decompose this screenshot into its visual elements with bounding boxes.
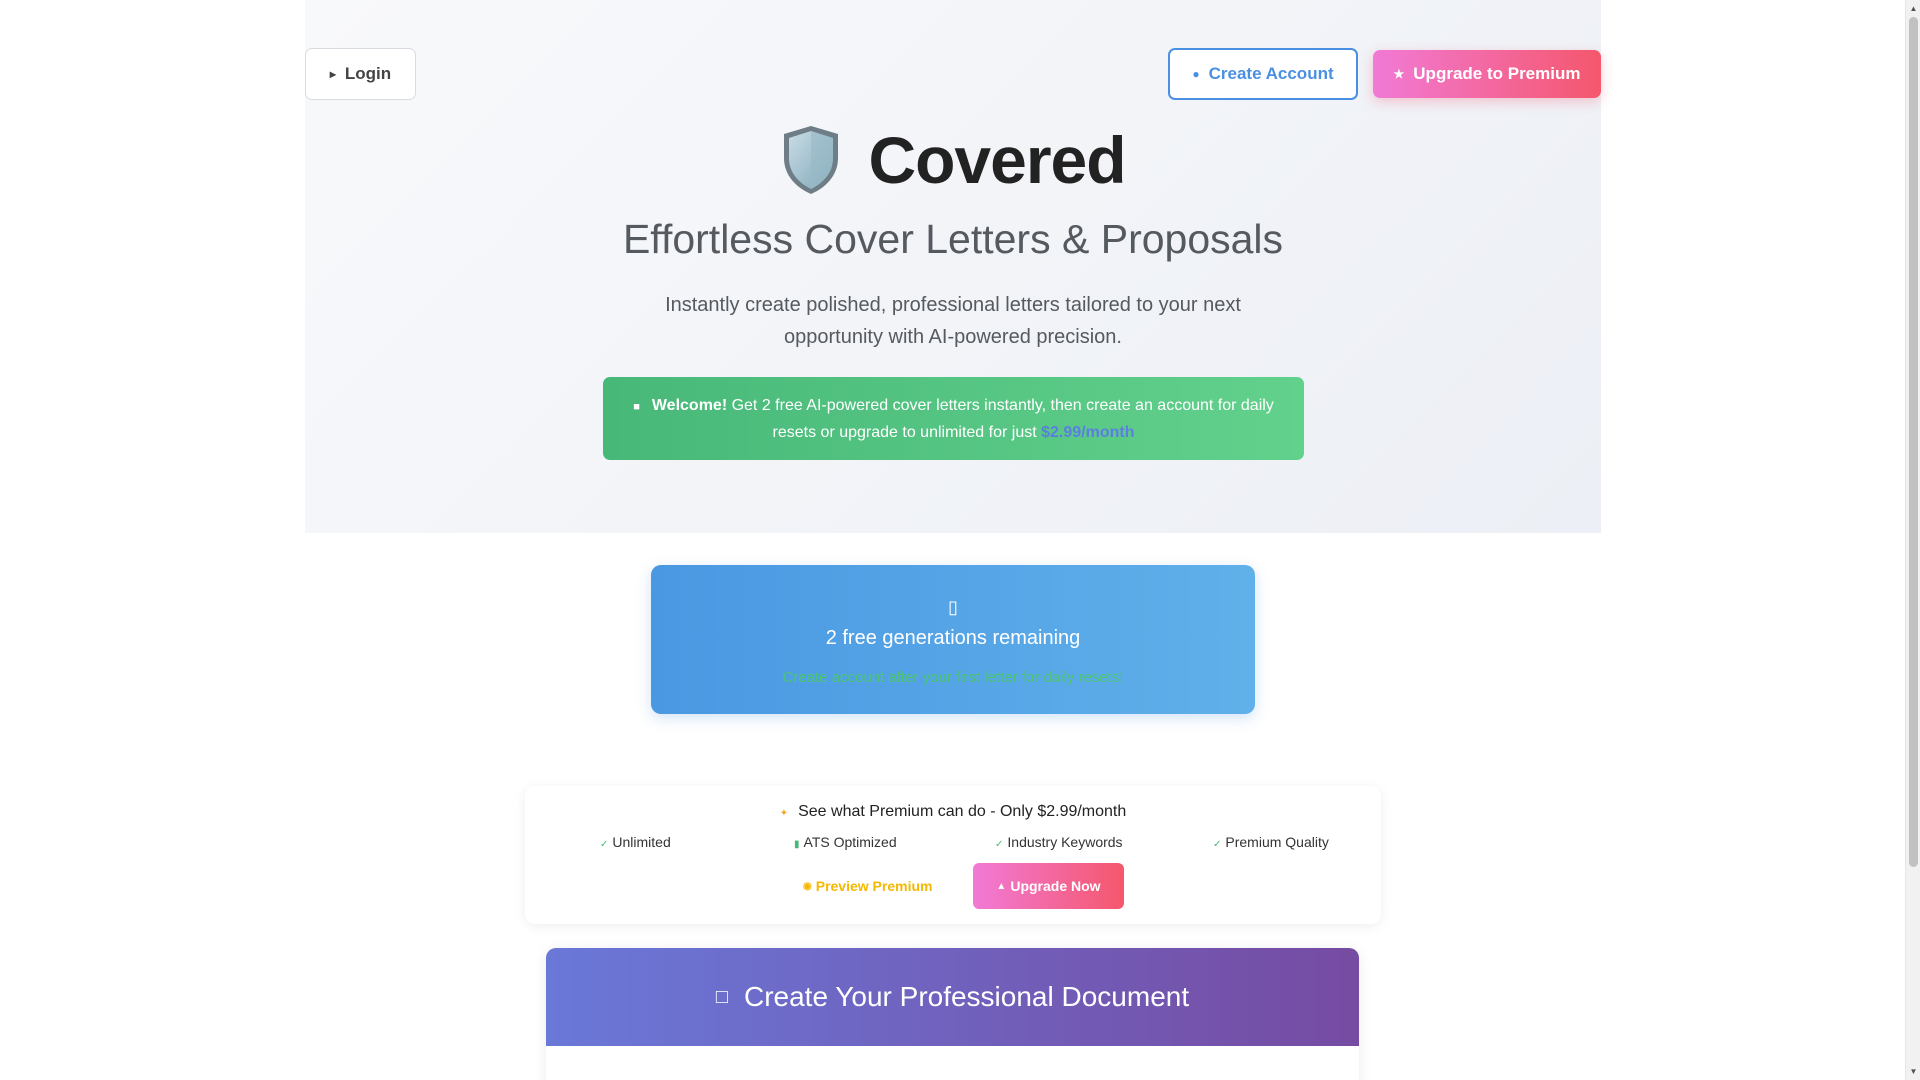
upgrade-premium-button[interactable]: ★ Upgrade to Premium — [1373, 50, 1601, 98]
welcome-banner: ■ Welcome! Get 2 free AI-powered cover le… — [603, 377, 1304, 460]
feature-unlimited: ✓ Unlimited — [600, 834, 671, 850]
rocket-icon: ▲ — [996, 880, 1007, 892]
premium-preview-card: ✦ See what Premium can do - Only $2.99/mo… — [525, 786, 1381, 924]
free-generations-count: 2 free generations remaining — [825, 627, 1081, 649]
login-button[interactable]: ▸ Login — [305, 48, 416, 100]
premium-features: ✓ Unlimited ▮ ATS Optimized ✓ Industry Keyw… — [525, 834, 1381, 854]
brand-name: Covered — [868, 123, 1126, 197]
preview-premium-label: Preview Premium — [815, 878, 933, 894]
login-label: Login — [344, 64, 392, 83]
create-document-card: □ Create Your Professional Document — [546, 948, 1359, 1080]
scrollbar-thumb[interactable] — [1909, 17, 1918, 867]
preview-premium-button[interactable]: ◉ Preview Premium — [803, 869, 932, 903]
hero-section: ▸ Login ● Create Account ★ Upgrade to Pr… — [305, 0, 1601, 533]
welcome-price: $2.99/month — [1041, 424, 1135, 441]
create-account-button[interactable]: ● Create Account — [1168, 48, 1358, 100]
feature-label: Industry Keywords — [1007, 834, 1123, 850]
feature-quality: ✓ Premium Quality — [1213, 834, 1329, 850]
premium-heading: See what Premium can do - Only $2.99/mon… — [798, 803, 1127, 820]
file-icon: □ — [715, 985, 728, 1008]
feature-ats: ▮ ATS Optimized — [794, 834, 897, 850]
crown-icon: ★ — [1393, 67, 1405, 81]
welcome-strong: Welcome! — [651, 397, 728, 414]
user-plus-icon: ● — [1192, 67, 1200, 81]
page-scrollbar[interactable]: ▲ ▼ — [1905, 0, 1920, 1080]
create-account-label: Create Account — [1208, 64, 1334, 83]
free-generations-note: Create account after your first letter f… — [782, 669, 1124, 686]
tag-icon: ✓ — [995, 839, 1004, 850]
sparkle-icon: ✦ — [779, 808, 789, 819]
premium-heading-row: ✦ See what Premium can do - Only $2.99/mo… — [525, 803, 1381, 821]
tagline: Instantly create polished, professional … — [665, 294, 1241, 348]
scroll-up-icon[interactable]: ▲ — [1906, 0, 1920, 17]
feature-label: Premium Quality — [1225, 834, 1329, 850]
feature-keywords: ✓ Industry Keywords — [995, 834, 1123, 850]
eye-icon: ◉ — [803, 880, 812, 892]
feature-label: ATS Optimized — [803, 834, 897, 850]
shield-icon — [784, 126, 839, 194]
create-document-header: □ Create Your Professional Document — [546, 948, 1359, 1046]
scroll-down-icon[interactable]: ▼ — [1906, 1063, 1920, 1080]
free-generations-card: ▯ 2 free generations remaining Create ac… — [651, 565, 1255, 714]
premium-actions: ◉ Preview Premium ▲ Upgrade Now — [525, 863, 1381, 909]
upgrade-now-button[interactable]: ▲ Upgrade Now — [973, 863, 1124, 909]
login-icon: ▸ — [329, 67, 336, 81]
gem-icon: ✓ — [1213, 839, 1222, 850]
upgrade-premium-label: Upgrade to Premium — [1413, 64, 1581, 83]
subtitle: Effortless Cover Letters & Proposals — [622, 216, 1284, 262]
welcome-text: Get 2 free AI-powered cover letters inst… — [727, 397, 1274, 441]
magic-icon: ▯ — [948, 597, 958, 617]
infinity-icon: ✓ — [600, 839, 609, 850]
brand: Covered — [305, 122, 1601, 198]
page: ▸ Login ● Create Account ★ Upgrade to Pr… — [0, 0, 1905, 1080]
feature-label: Unlimited — [612, 834, 671, 850]
gift-icon: ■ — [633, 401, 640, 413]
upgrade-now-label: Upgrade Now — [1010, 878, 1101, 894]
create-document-title: Create Your Professional Document — [743, 981, 1190, 1012]
chart-icon: ▮ — [794, 839, 800, 850]
